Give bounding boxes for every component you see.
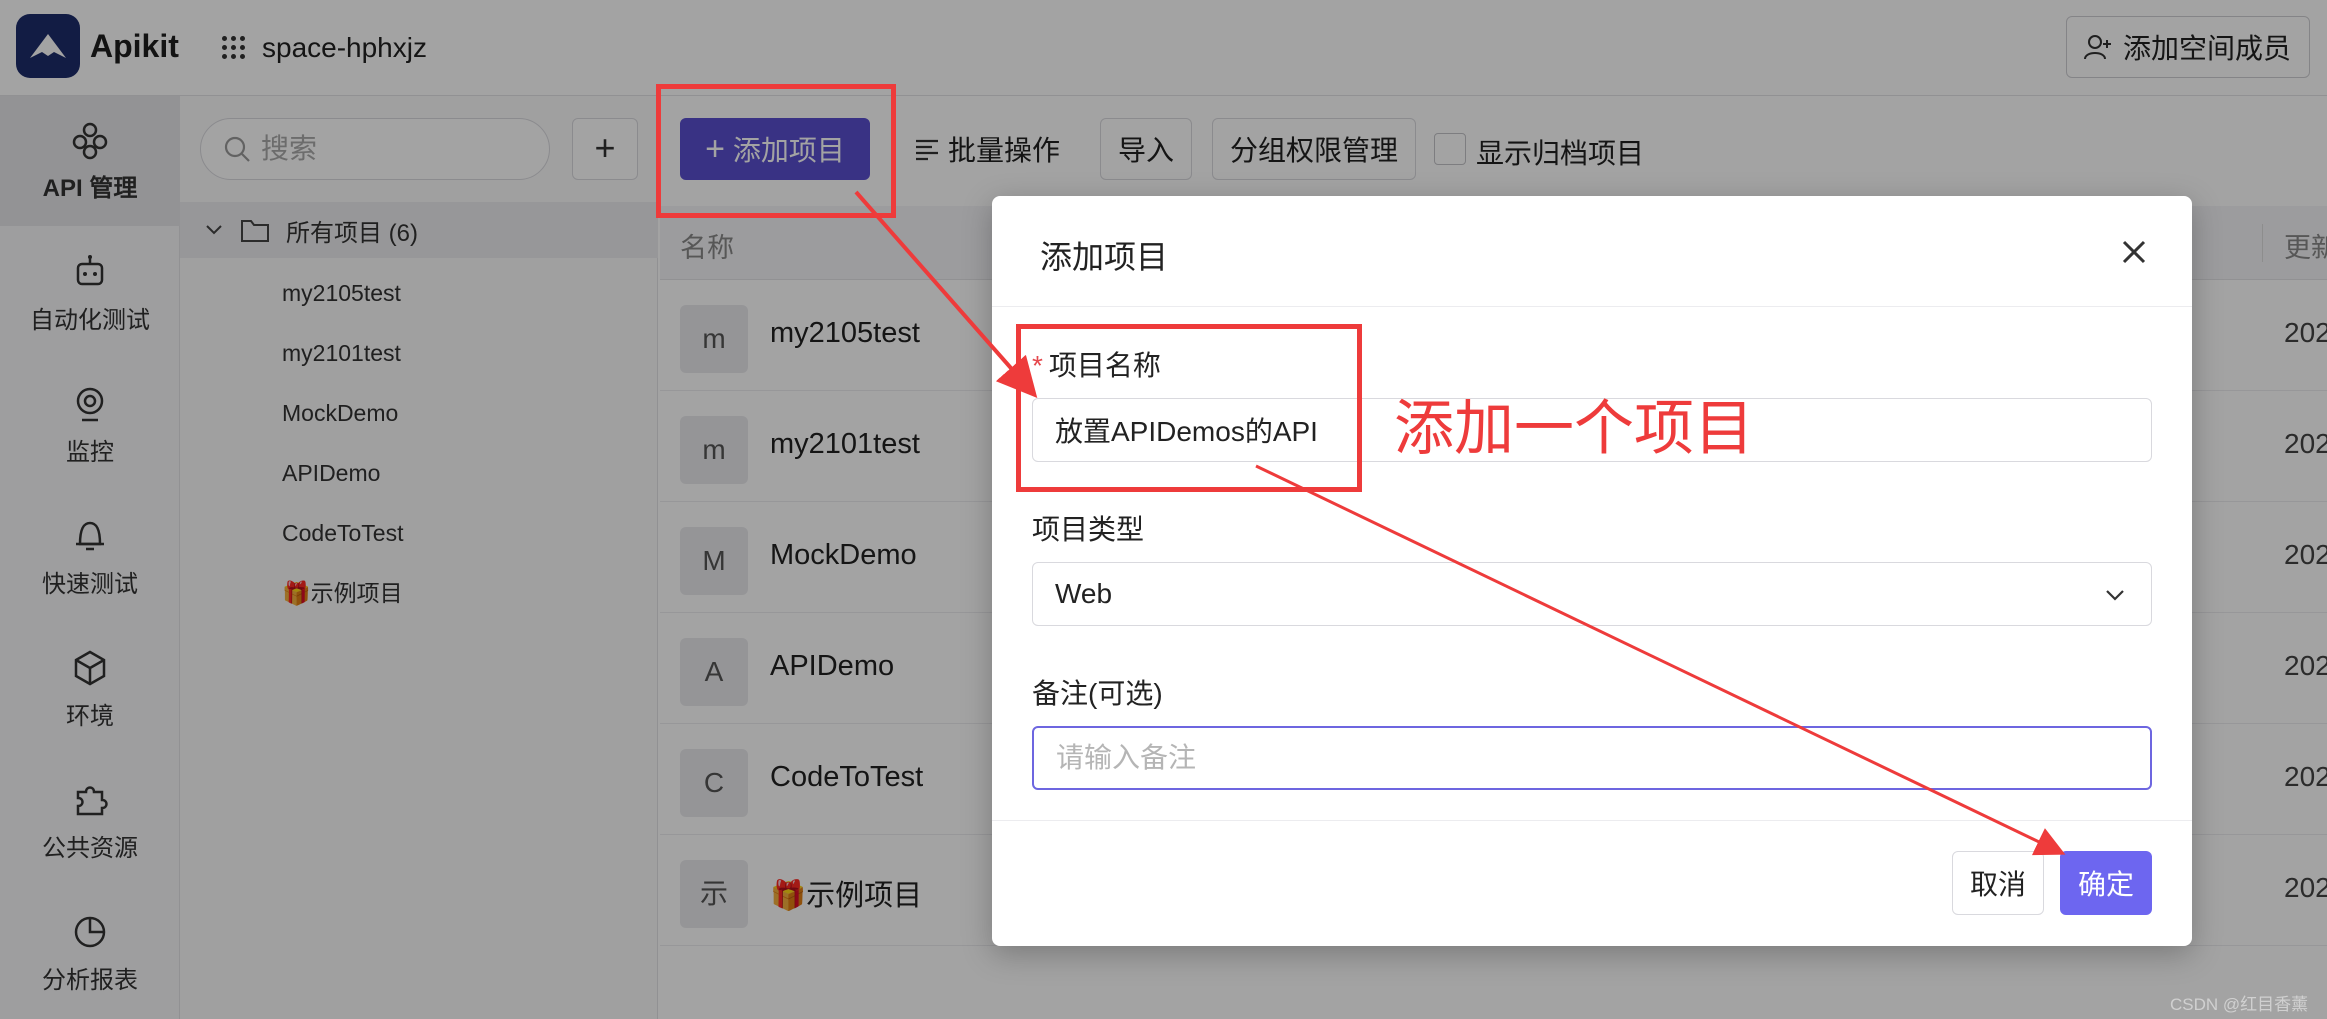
chevron-down-icon[interactable]: [2103, 583, 2127, 607]
confirm-button[interactable]: 确定: [2060, 851, 2152, 915]
annotation-box-name-field: [1016, 324, 1362, 492]
dialog-divider: [992, 306, 2192, 307]
close-icon[interactable]: [2114, 232, 2154, 272]
annotation-text: 添加一个项目: [1394, 395, 1754, 462]
annotation-box-add-button: [656, 84, 896, 218]
note-label: 备注(可选): [1032, 678, 1163, 709]
project-type-value: Web: [1055, 578, 1113, 609]
watermark: CSDN @红目香薰: [2170, 995, 2309, 1014]
note-input[interactable]: [1056, 742, 2116, 774]
add-project-dialog: 添加项目 *项目名称 项目类型 Web 备注(可选) 取消 确定: [992, 196, 2192, 946]
cancel-button[interactable]: 取消: [1952, 851, 2044, 915]
project-type-label: 项目类型: [1032, 514, 1145, 545]
note-field[interactable]: [1032, 726, 2152, 790]
dialog-title: 添加项目: [1040, 239, 1169, 275]
project-type-select[interactable]: Web: [1032, 562, 2152, 626]
dialog-footer-divider: [992, 820, 2192, 821]
